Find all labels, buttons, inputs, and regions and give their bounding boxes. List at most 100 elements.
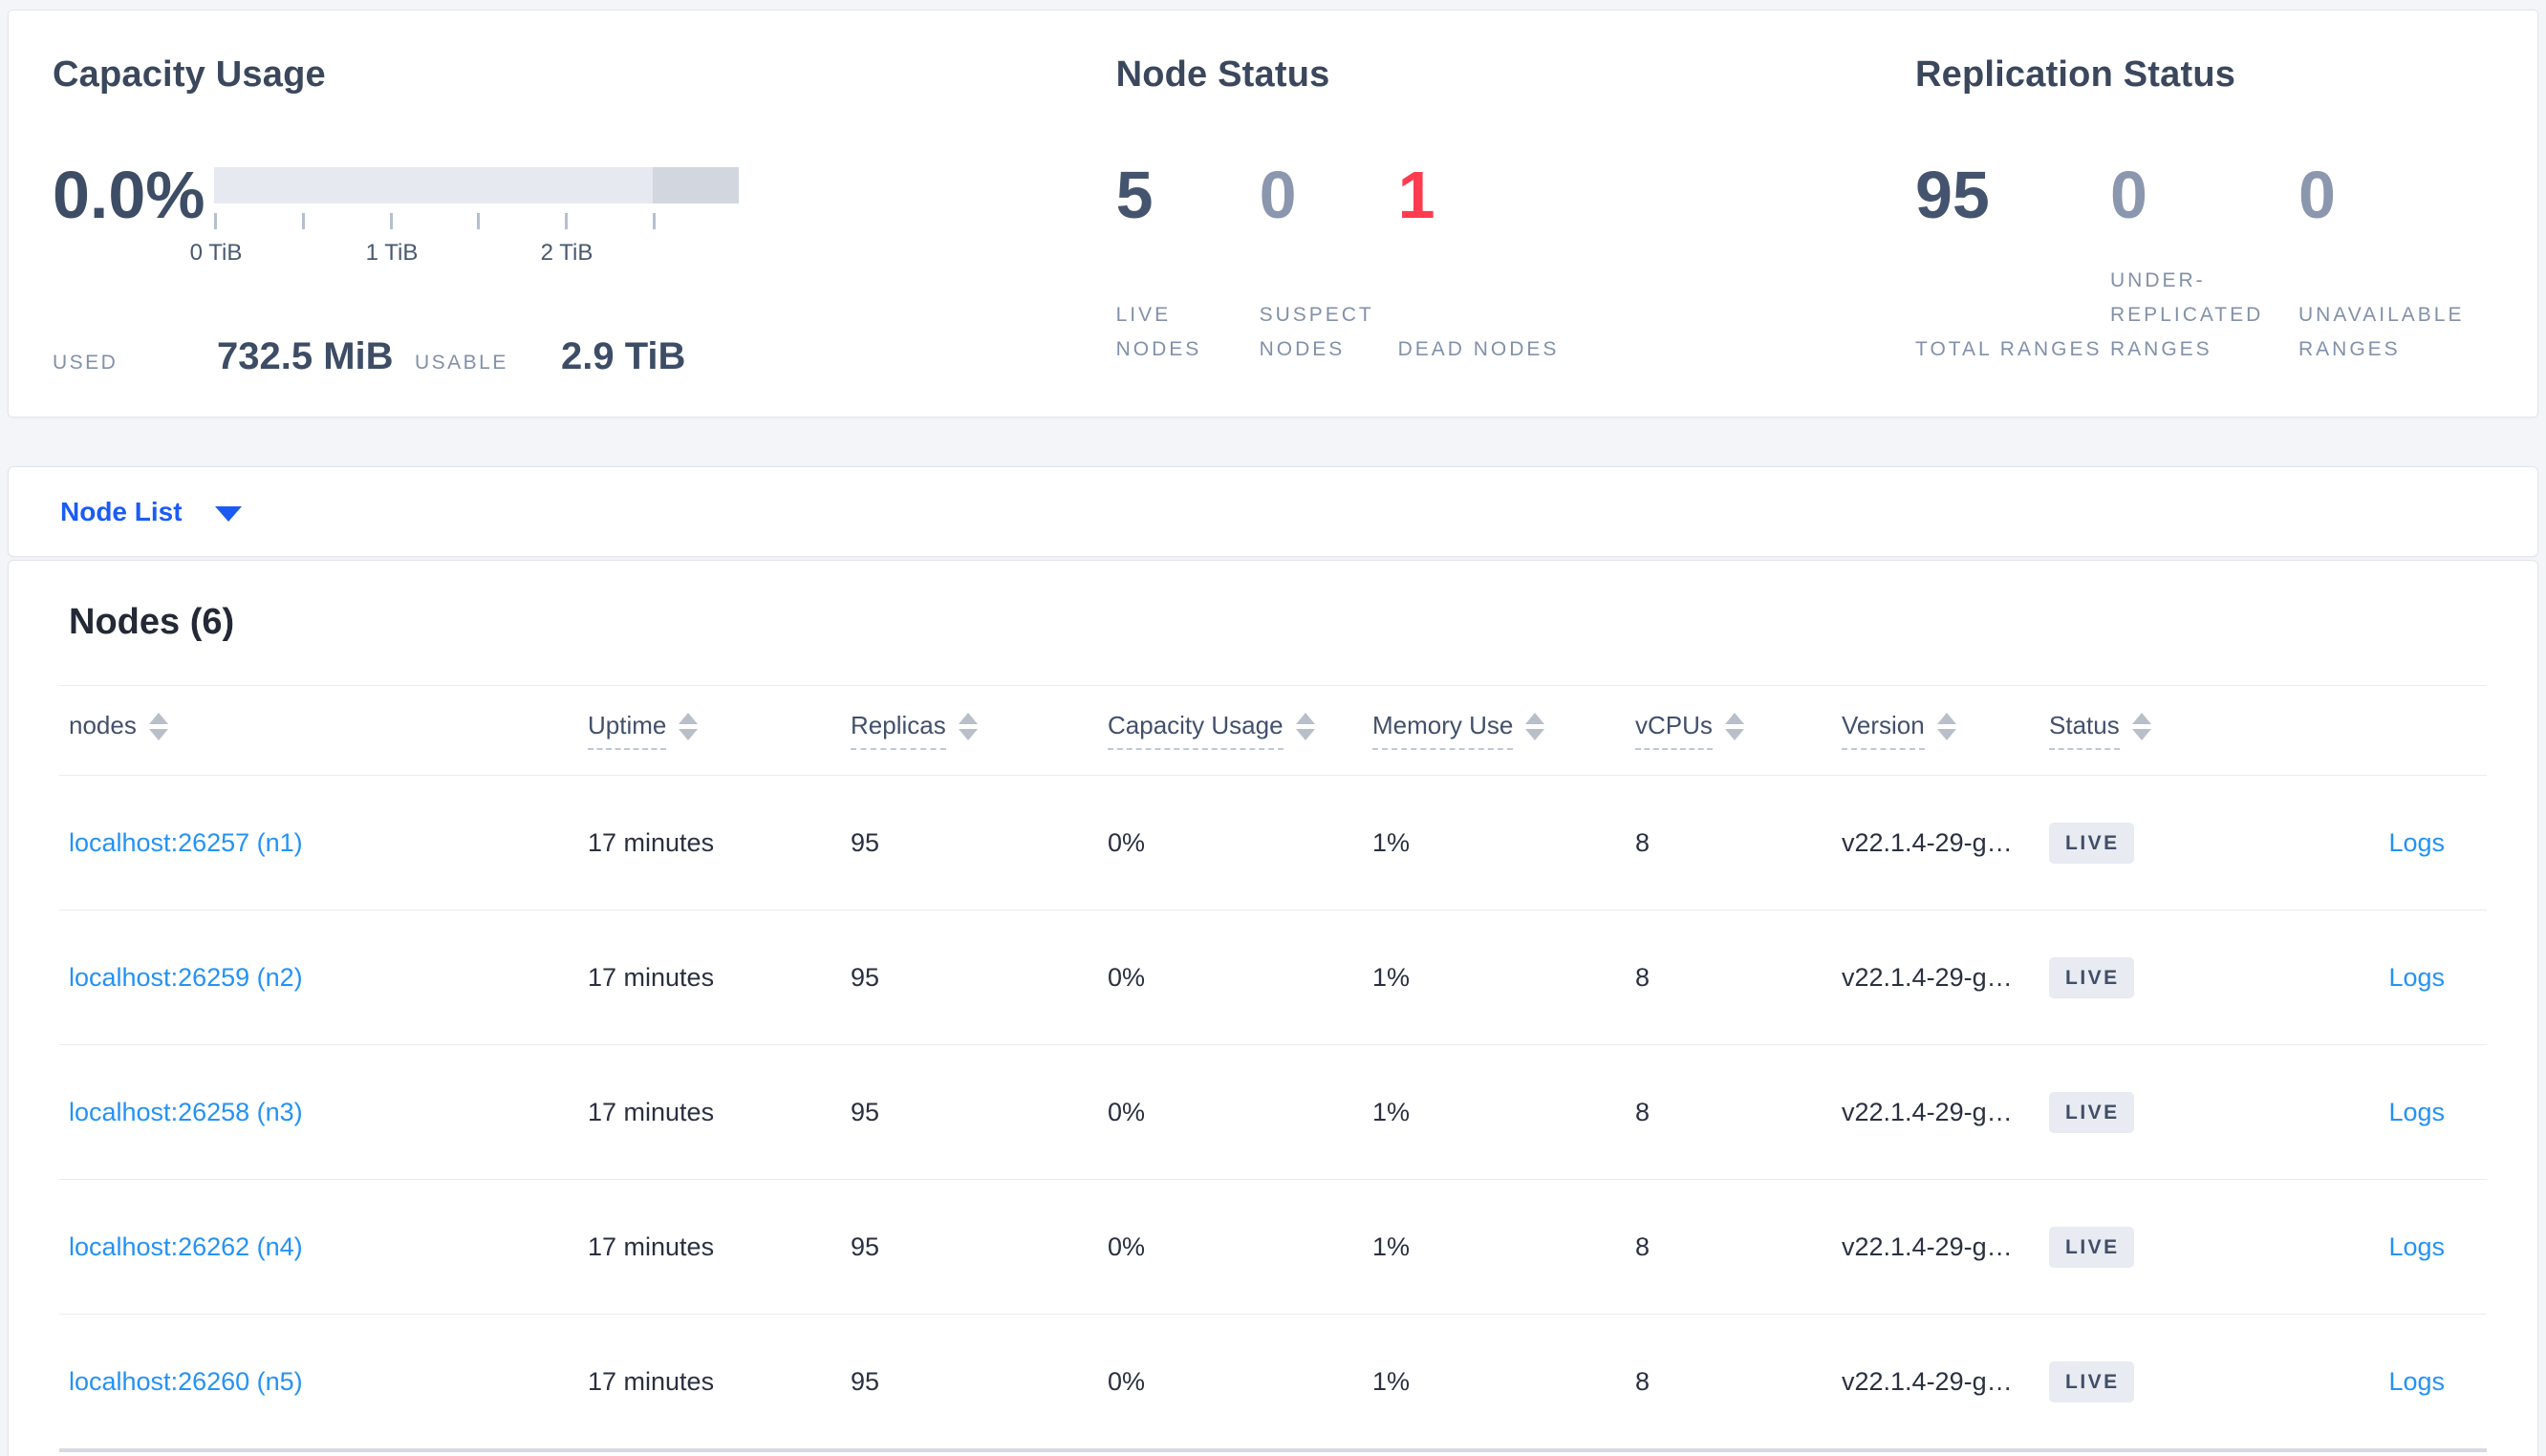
live-nodes-value: 5: [1115, 158, 1154, 232]
table-row: localhost:26260 (n5) 17 minutes 95 0% 1%…: [59, 1315, 2487, 1452]
under-replicated-ranges-stat: 0 UNDER-REPLICATED RANGES: [2110, 161, 2298, 367]
node-list-label: Node List: [60, 496, 183, 526]
node-link[interactable]: localhost:26260 (n5): [69, 1367, 303, 1396]
axis-tick: [390, 213, 393, 229]
logs-link[interactable]: Logs: [2388, 1232, 2445, 1261]
version-cell: v22.1.4-29-g…: [1842, 1097, 2013, 1126]
vcpus-cell: 8: [1635, 827, 1651, 857]
uptime-cell: 17 minutes: [588, 1231, 715, 1261]
column-header-nodes[interactable]: nodes: [59, 711, 588, 750]
column-header-label: Status: [2049, 711, 2120, 750]
sort-icon[interactable]: [958, 713, 978, 740]
axis-tick: [653, 213, 656, 229]
table-header-row: nodes Uptime Replicas Capacity Usage Mem…: [59, 685, 2487, 776]
logs-link[interactable]: Logs: [2388, 963, 2445, 992]
vcpus-cell: 8: [1635, 1231, 1651, 1261]
sort-icon[interactable]: [1724, 713, 1744, 740]
node-link[interactable]: localhost:26262 (n4): [69, 1232, 303, 1261]
total-ranges-value: 95: [1915, 158, 1990, 232]
status-badge: LIVE: [2049, 1360, 2134, 1402]
memory-cell: 1%: [1372, 1097, 1411, 1126]
usable-value: 2.9 TiB: [561, 335, 686, 377]
column-header-memory-use[interactable]: Memory Use: [1372, 711, 1635, 750]
capacity-used-percent: 0.0%: [53, 158, 205, 232]
memory-cell: 1%: [1372, 1231, 1411, 1261]
node-status-section: Node Status 5 LIVE NODES 0 SUSPECT NODES…: [1116, 54, 1915, 417]
capacity-cell: 0%: [1108, 827, 1146, 857]
used-value: 732.5 MiB: [217, 335, 394, 377]
axis-tick: [477, 213, 480, 229]
logs-link[interactable]: Logs: [2388, 1098, 2445, 1126]
capacity-usage-section: Capacity Usage 0.0% 0 TiB 1 TiB 2 TiB US…: [53, 54, 1116, 417]
axis-tick: [302, 213, 305, 229]
column-header-uptime[interactable]: Uptime: [588, 711, 851, 750]
capacity-cell: 0%: [1108, 1097, 1146, 1126]
table-row: localhost:26258 (n3) 17 minutes 95 0% 1%…: [59, 1045, 2487, 1180]
version-cell: v22.1.4-29-g…: [1842, 1231, 2013, 1261]
replicas-cell: 95: [851, 827, 880, 857]
version-cell: v22.1.4-29-g…: [1842, 962, 2013, 992]
chevron-down-icon: [214, 505, 242, 522]
status-badge: LIVE: [2049, 1091, 2134, 1133]
sort-icon[interactable]: [1525, 713, 1545, 740]
usable-label: USABLE: [415, 352, 508, 374]
live-nodes-stat: 5 LIVE NODES: [1116, 161, 1260, 367]
version-cell: v22.1.4-29-g…: [1842, 827, 2013, 857]
capacity-cell: 0%: [1108, 1366, 1146, 1396]
node-link[interactable]: localhost:26258 (n3): [69, 1098, 303, 1126]
uptime-cell: 17 minutes: [588, 1366, 715, 1396]
axis-tick-label: 1 TiB: [365, 240, 419, 266]
logs-link[interactable]: Logs: [2388, 1367, 2445, 1396]
axis-tick-label: 2 TiB: [540, 240, 593, 266]
capacity-bar-tail-segment: [653, 167, 739, 203]
version-cell: v22.1.4-29-g…: [1842, 1366, 2013, 1396]
unavailable-ranges-stat: 0 UNAVAILABLE RANGES: [2298, 161, 2537, 367]
vcpus-cell: 8: [1635, 1097, 1651, 1126]
column-header-label: Replicas: [851, 711, 946, 750]
node-status-title: Node Status: [1115, 54, 1330, 95]
uptime-cell: 17 minutes: [588, 962, 715, 992]
under-replicated-ranges-label: UNDER-REPLICATED RANGES: [2110, 269, 2264, 360]
nodes-panel: Nodes (6) nodes Uptime Replicas Capacity…: [8, 560, 2538, 1456]
sort-icon[interactable]: [2131, 713, 2151, 740]
capacity-usage-title: Capacity Usage: [53, 54, 326, 95]
node-list-dropdown[interactable]: Node List: [8, 466, 2538, 557]
capacity-cell: 0%: [1108, 962, 1146, 992]
node-link[interactable]: localhost:26259 (n2): [69, 963, 303, 992]
column-header-version[interactable]: Version: [1842, 711, 2049, 750]
uptime-cell: 17 minutes: [588, 1097, 715, 1126]
axis-tick-label: 0 TiB: [189, 240, 243, 266]
column-header-vcpus[interactable]: vCPUs: [1635, 711, 1842, 750]
status-badge: LIVE: [2049, 1226, 2134, 1268]
sort-icon[interactable]: [679, 713, 699, 740]
column-header-status[interactable]: Status: [2049, 711, 2372, 750]
memory-cell: 1%: [1372, 827, 1411, 857]
suspect-nodes-label: SUSPECT NODES: [1259, 304, 1374, 360]
suspect-nodes-value: 0: [1259, 158, 1297, 232]
table-row: localhost:26259 (n2) 17 minutes 95 0% 1%…: [59, 910, 2487, 1045]
used-label: USED: [53, 352, 119, 374]
node-link[interactable]: localhost:26257 (n1): [69, 828, 303, 857]
replication-status-title: Replication Status: [1915, 54, 2236, 95]
column-header-replicas[interactable]: Replicas: [851, 711, 1108, 750]
sort-icon[interactable]: [1295, 713, 1315, 740]
logs-link[interactable]: Logs: [2388, 828, 2445, 857]
sort-icon[interactable]: [1936, 713, 1956, 740]
dead-nodes-stat: 1 DEAD NODES: [1398, 161, 1589, 367]
status-badge: LIVE: [2049, 956, 2134, 998]
column-header-capacity-usage[interactable]: Capacity Usage: [1108, 711, 1372, 750]
replicas-cell: 95: [851, 1097, 880, 1126]
total-ranges-stat: 95 TOTAL RANGES: [1915, 161, 2110, 367]
vcpus-cell: 8: [1635, 962, 1651, 992]
total-ranges-label: TOTAL RANGES: [1915, 338, 2103, 360]
column-header-label: Uptime: [588, 711, 667, 750]
live-nodes-label: LIVE NODES: [1115, 304, 1202, 360]
capacity-bar: [214, 167, 739, 203]
sort-icon[interactable]: [148, 713, 168, 740]
table-row: localhost:26262 (n4) 17 minutes 95 0% 1%…: [59, 1180, 2487, 1315]
vcpus-cell: 8: [1635, 1366, 1651, 1396]
column-header-label: vCPUs: [1635, 711, 1713, 750]
memory-cell: 1%: [1372, 1366, 1411, 1396]
replicas-cell: 95: [851, 1231, 880, 1261]
capacity-usage-bar-chart: 0 TiB 1 TiB 2 TiB: [190, 167, 739, 286]
